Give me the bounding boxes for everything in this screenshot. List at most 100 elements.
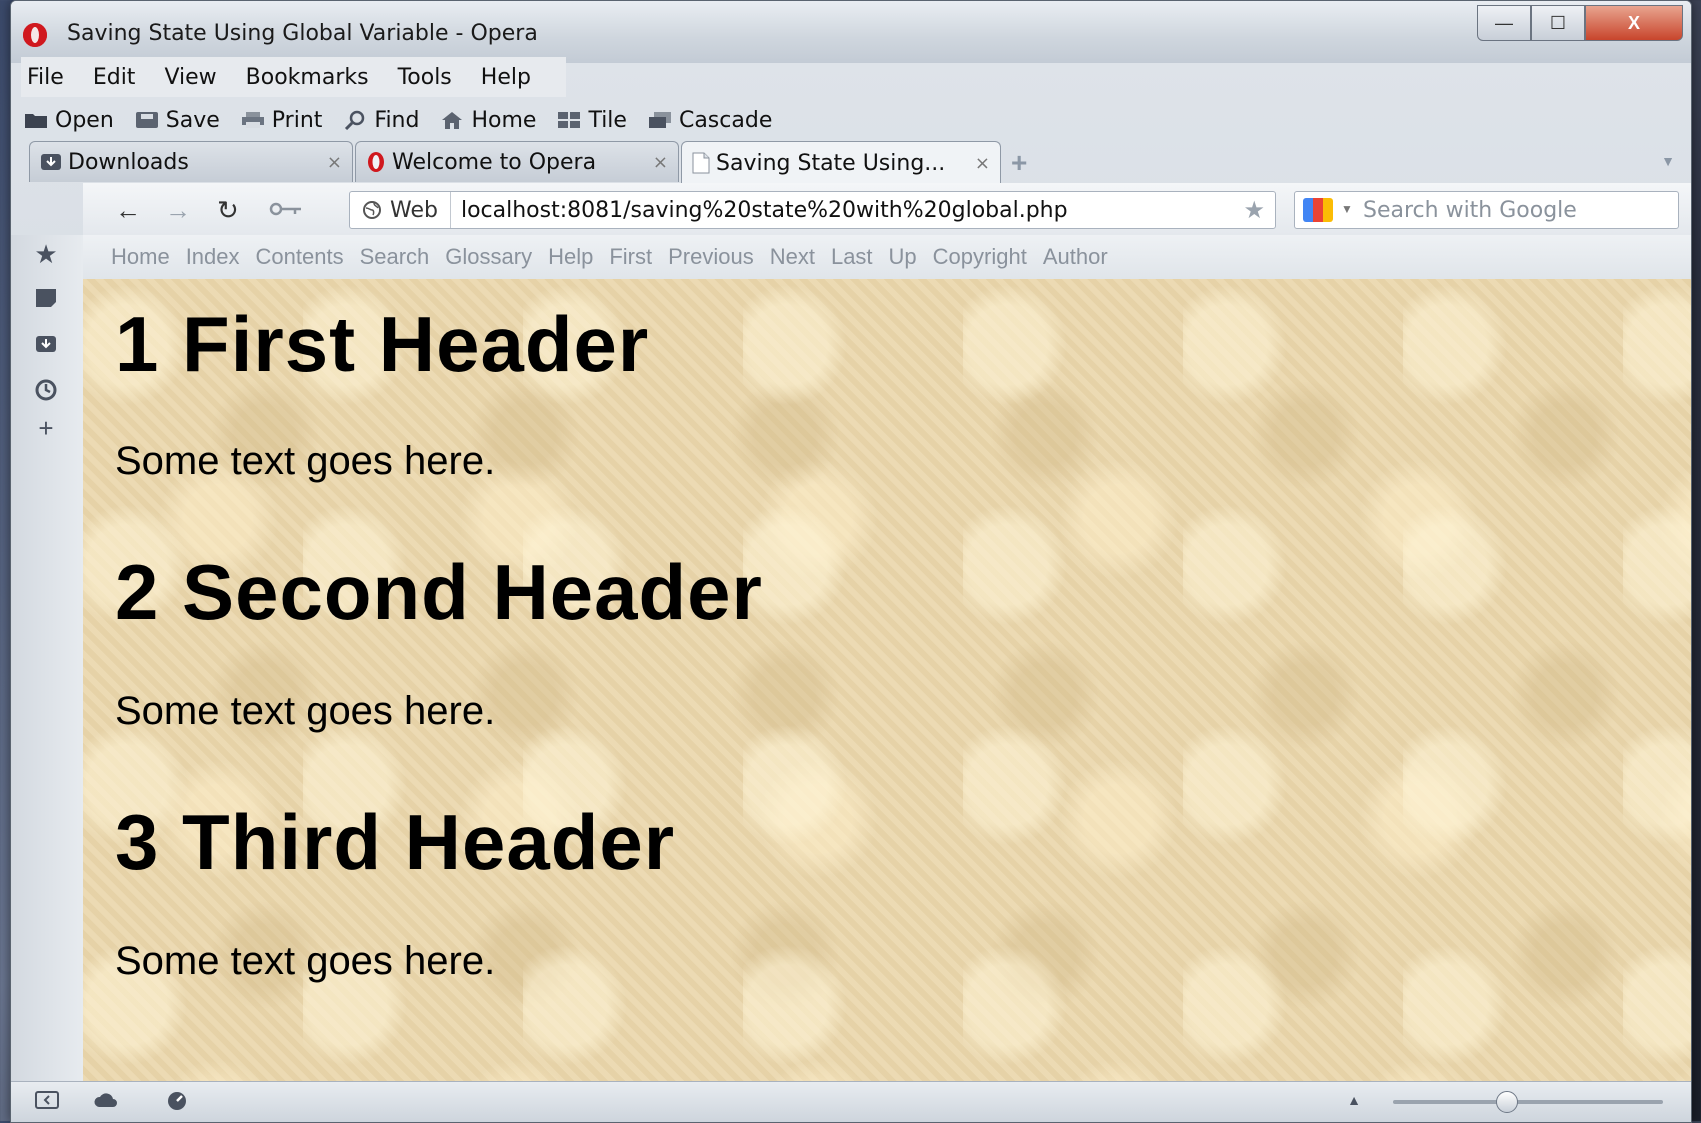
tab-welcome[interactable]: Welcome to Opera × <box>355 141 679 182</box>
browser-window: Saving State Using Global Variable - Ope… <box>10 0 1692 1123</box>
address-field[interactable]: Web localhost:8081/saving%20state%20with… <box>349 191 1276 229</box>
close-button[interactable]: X <box>1585 5 1683 41</box>
add-panel-icon[interactable]: + <box>29 413 63 443</box>
tile-label: Tile <box>588 107 627 133</box>
toolbar: Open Save Print Find Home Tile Cascade <box>23 99 792 141</box>
back-arrow-icon[interactable]: ← <box>115 195 141 226</box>
print-button[interactable]: Print <box>240 107 323 133</box>
home-icon <box>439 110 465 130</box>
tile-button[interactable]: Tile <box>556 108 627 133</box>
page-content: 1 First Header Some text goes here. 2 Se… <box>83 279 1691 1082</box>
search-input[interactable]: Search with Google <box>1363 198 1577 223</box>
panel-toggle-icon[interactable] <box>35 1090 59 1116</box>
save-icon <box>134 110 160 130</box>
cascade-icon <box>647 110 673 130</box>
magnifier-icon <box>342 110 368 130</box>
find-button[interactable]: Find <box>342 108 419 133</box>
zoom-slider-handle[interactable] <box>1496 1091 1519 1113</box>
web-badge[interactable]: Web <box>350 192 451 228</box>
tab-label: Saving State Using... <box>716 150 946 176</box>
tab-menu-chevron-icon[interactable]: ▼ <box>1661 153 1675 169</box>
third-header: 3 Third Header <box>115 798 676 886</box>
home-label: Home <box>471 107 537 133</box>
nav-next[interactable]: Next <box>770 244 815 270</box>
tab-bar: Downloads × Welcome to Opera × Saving St… <box>11 141 1691 184</box>
close-tab-icon[interactable]: × <box>653 152 668 173</box>
url-input[interactable]: localhost:8081/saving%20state%20with%20g… <box>461 198 1068 223</box>
opera-logo-icon <box>23 23 47 47</box>
zoom-slider[interactable] <box>1393 1091 1663 1113</box>
home-button[interactable]: Home <box>439 108 536 133</box>
downloads-panel-icon[interactable] <box>29 329 63 359</box>
opera-icon <box>366 151 386 173</box>
open-button[interactable]: Open <box>23 108 114 133</box>
minimize-button[interactable]: — <box>1477 5 1531 41</box>
nav-glossary[interactable]: Glossary <box>445 244 532 270</box>
body-text: Some text goes here. <box>115 939 496 983</box>
printer-icon <box>240 110 266 130</box>
zoom-popup-arrow-icon[interactable]: ▲ <box>1347 1092 1361 1108</box>
bookmarks-star-icon[interactable]: ★ <box>29 239 63 269</box>
close-tab-icon[interactable]: × <box>327 152 342 173</box>
notes-icon[interactable] <box>29 283 63 313</box>
new-tab-button[interactable]: + <box>1011 147 1027 179</box>
cloud-icon[interactable] <box>93 1090 121 1116</box>
nav-author[interactable]: Author <box>1043 244 1108 270</box>
window-title: Saving State Using Global Variable - Ope… <box>67 21 538 46</box>
nav-contents[interactable]: Contents <box>256 244 344 270</box>
menu-file[interactable]: File <box>27 65 64 90</box>
nav-help[interactable]: Help <box>548 244 593 270</box>
open-label: Open <box>55 107 114 133</box>
nav-home[interactable]: Home <box>111 244 170 270</box>
status-bar: ▲ <box>11 1081 1691 1122</box>
nav-index[interactable]: Index <box>186 244 240 270</box>
body-text: Some text goes here. <box>115 689 496 733</box>
close-tab-icon[interactable]: × <box>975 153 990 174</box>
tab-downloads[interactable]: Downloads × <box>29 141 353 182</box>
bookmark-star-icon[interactable]: ★ <box>1243 196 1265 225</box>
chevron-down-icon[interactable]: ▼ <box>1341 202 1353 216</box>
downloads-icon <box>40 152 62 172</box>
tab-label: Welcome to Opera <box>392 149 597 175</box>
menu-bookmarks[interactable]: Bookmarks <box>246 65 369 90</box>
nav-copyright[interactable]: Copyright <box>933 244 1027 270</box>
folder-icon <box>23 110 49 130</box>
save-button[interactable]: Save <box>134 108 220 133</box>
print-label: Print <box>271 107 323 133</box>
key-icon[interactable] <box>269 195 303 226</box>
cascade-button[interactable]: Cascade <box>647 108 772 133</box>
menu-view[interactable]: View <box>164 65 216 90</box>
page-icon <box>692 152 710 174</box>
title-bar: Saving State Using Global Variable - Ope… <box>11 1 1691 63</box>
menu-help[interactable]: Help <box>481 65 531 90</box>
history-clock-icon[interactable] <box>29 375 63 405</box>
nav-up[interactable]: Up <box>889 244 917 270</box>
nav-first[interactable]: First <box>609 244 652 270</box>
cascade-label: Cascade <box>678 107 773 133</box>
search-field[interactable]: ▼ Search with Google <box>1294 191 1679 229</box>
web-label: Web <box>390 197 438 223</box>
first-header: 1 First Header <box>115 300 650 388</box>
menu-edit[interactable]: Edit <box>93 65 136 90</box>
forward-arrow-icon[interactable]: → <box>165 195 191 226</box>
google-icon[interactable] <box>1303 198 1333 222</box>
menu-tools[interactable]: Tools <box>398 65 452 90</box>
window-controls: — ☐ X <box>1477 5 1683 41</box>
sidebar-panel: ★ + <box>11 235 84 1082</box>
navigation-bar: Home Index Contents Search Glossary Help… <box>83 235 1691 280</box>
speed-dial-gauge-icon[interactable] <box>165 1090 189 1116</box>
address-bar: ← → ↻ Web localhost:8081/saving%20state%… <box>83 183 1691 236</box>
tile-icon <box>556 110 582 130</box>
second-header: 2 Second Header <box>115 548 763 636</box>
tab-saving-state[interactable]: Saving State Using... × <box>681 141 1001 184</box>
globe-icon <box>362 200 382 220</box>
find-label: Find <box>374 107 420 133</box>
nav-search[interactable]: Search <box>360 244 430 270</box>
tab-label: Downloads <box>68 149 189 175</box>
body-text: Some text goes here. <box>115 439 496 483</box>
nav-previous[interactable]: Previous <box>668 244 754 270</box>
save-label: Save <box>165 107 220 133</box>
reload-icon[interactable]: ↻ <box>217 195 239 226</box>
maximize-button[interactable]: ☐ <box>1531 5 1585 41</box>
nav-last[interactable]: Last <box>831 244 873 270</box>
